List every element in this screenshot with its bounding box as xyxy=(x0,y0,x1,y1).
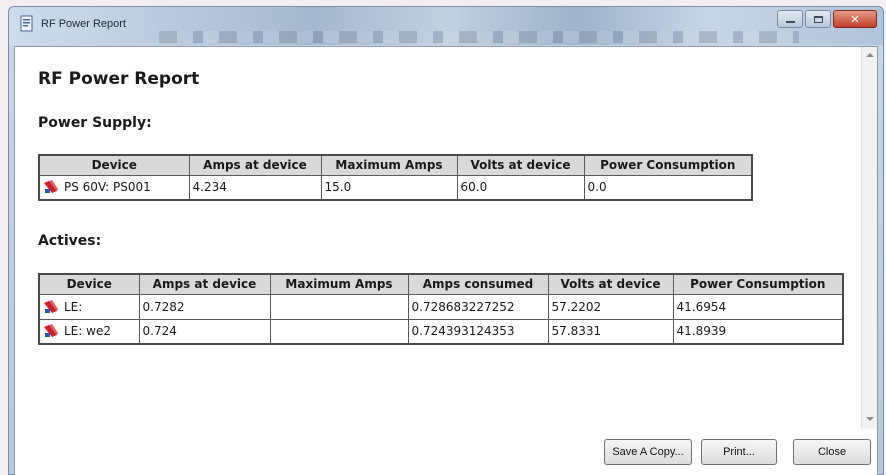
close-button[interactable]: Close xyxy=(793,439,871,465)
vertical-scrollbar[interactable] xyxy=(861,47,877,429)
device-name: PS 60V: PS001 xyxy=(64,180,151,195)
print-button[interactable]: Print... xyxy=(701,439,777,465)
power-consumption-cell: 41.8939 xyxy=(672,318,844,345)
column-header: Power Consumption xyxy=(672,273,844,295)
power-consumption-cell: 41.6954 xyxy=(672,293,844,320)
amps-at-device-cell: 0.724 xyxy=(138,318,271,345)
device-name: LE: we2 xyxy=(64,324,111,339)
close-window-button[interactable]: ✕ xyxy=(833,10,877,28)
maximum-amps-cell xyxy=(269,318,409,345)
rf-device-icon xyxy=(44,324,58,338)
minimize-button[interactable] xyxy=(777,10,803,28)
report-window-icon xyxy=(20,15,33,32)
scroll-down-icon[interactable] xyxy=(866,417,874,421)
actives-table: Device Amps at device Maximum Amps Amps … xyxy=(38,273,844,345)
device-name: LE: xyxy=(64,299,83,314)
amps-consumed-cell: 0.728683227252 xyxy=(407,293,549,320)
close-icon: ✕ xyxy=(850,12,860,26)
device-cell: PS 60V: PS001 xyxy=(38,174,190,201)
column-header: Power Consumption xyxy=(583,154,753,176)
save-a-copy-button[interactable]: Save A Copy... xyxy=(604,439,692,465)
report-title: RF Power Report xyxy=(38,69,200,89)
column-header: Volts at device xyxy=(547,273,674,295)
amps-at-device-cell: 0.7282 xyxy=(138,293,271,320)
table-row: PS 60V: PS001 4.234 15.0 60.0 0.0 xyxy=(38,174,753,201)
amps-consumed-cell: 0.724393124353 xyxy=(407,318,549,345)
maximum-amps-cell xyxy=(269,293,409,320)
title-bar-background xyxy=(159,31,799,43)
title-bar[interactable]: RF Power Report ✕ xyxy=(9,7,883,45)
report-content: RF Power Report Power Supply: Device Amp… xyxy=(15,47,861,429)
maximize-icon xyxy=(813,15,823,23)
button-bar: Save A Copy... Print... Close xyxy=(15,429,877,475)
volts-at-device-cell: 60.0 xyxy=(456,174,585,201)
volts-at-device-cell: 57.2202 xyxy=(547,293,674,320)
column-header: Device xyxy=(38,154,190,176)
column-header: Amps at device xyxy=(188,154,322,176)
device-cell: LE: we2 xyxy=(38,318,140,345)
minimize-icon xyxy=(785,21,795,23)
table-row: LE: 0.7282 0.728683227252 57.2202 41.695… xyxy=(38,293,844,320)
rf-device-icon xyxy=(44,180,58,194)
maximum-amps-cell: 15.0 xyxy=(320,174,458,201)
power-consumption-cell: 0.0 xyxy=(583,174,753,201)
column-header: Device xyxy=(38,273,140,295)
volts-at-device-cell: 57.8331 xyxy=(547,318,674,345)
column-header: Amps consumed xyxy=(407,273,549,295)
report-client-area: RF Power Report Power Supply: Device Amp… xyxy=(14,46,878,475)
column-header: Volts at device xyxy=(456,154,585,176)
scroll-up-icon[interactable] xyxy=(866,53,874,57)
amps-at-device-cell: 4.234 xyxy=(188,174,322,201)
device-cell: LE: xyxy=(38,293,140,320)
column-header: Maximum Amps xyxy=(269,273,409,295)
rf-device-icon xyxy=(44,299,58,313)
power-supply-table: Device Amps at device Maximum Amps Volts… xyxy=(38,154,753,201)
power-supply-heading: Power Supply: xyxy=(38,115,152,131)
column-header: Amps at device xyxy=(138,273,271,295)
table-row: LE: we2 0.724 0.724393124353 57.8331 41.… xyxy=(38,318,844,345)
column-header: Maximum Amps xyxy=(320,154,458,176)
window-title: RF Power Report xyxy=(41,18,126,30)
maximize-button[interactable] xyxy=(805,10,831,28)
window-controls: ✕ xyxy=(777,10,877,28)
actives-heading: Actives: xyxy=(38,233,102,249)
